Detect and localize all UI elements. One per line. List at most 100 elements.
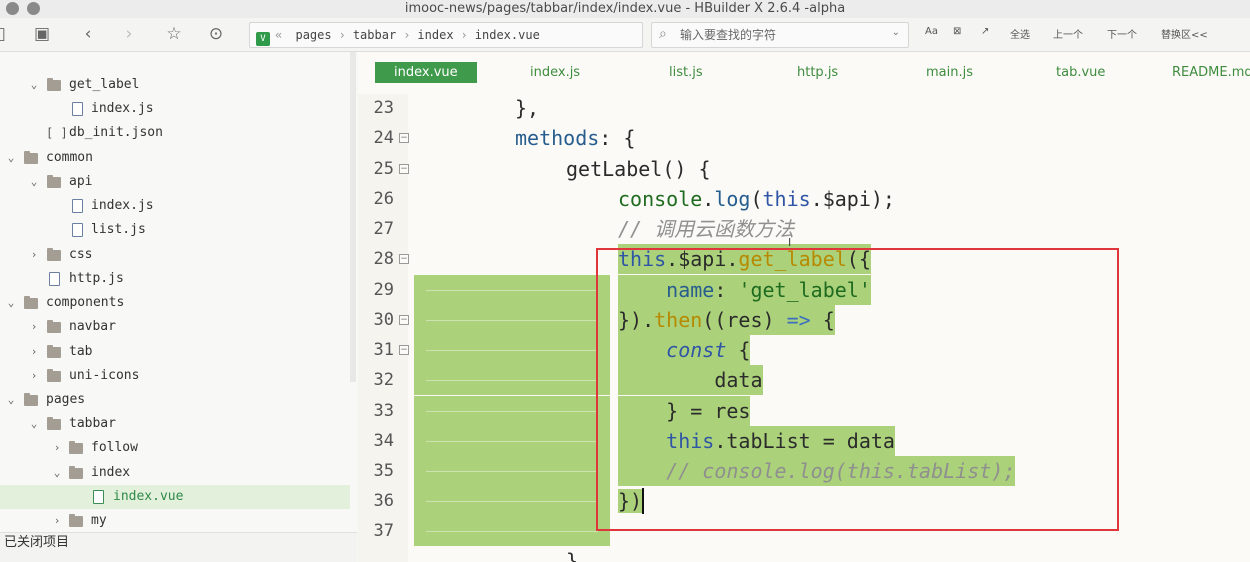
chevron-right-icon[interactable]: › xyxy=(28,315,40,339)
line-number: 27 xyxy=(373,219,394,239)
breadcrumb[interactable]: V « pages › tabbar › index › index.vue xyxy=(249,22,643,48)
fold-icon[interactable]: − xyxy=(399,254,409,264)
editor-tabs: index.vue index.js list.js http.js main.… xyxy=(358,52,1250,86)
search-box[interactable]: ⌕ ⌄ xyxy=(651,22,909,48)
tab-index-vue[interactable]: index.vue xyxy=(375,62,477,83)
code-line[interactable]: 28 − this.$api.get_label({ xyxy=(358,244,1250,274)
tree-item[interactable]: ⌄ tabbar xyxy=(0,412,350,436)
code-line[interactable]: 25 − getLabel() { xyxy=(358,154,1250,184)
chevron-down-icon[interactable]: ⌄ xyxy=(5,146,17,170)
tab-readme-md[interactable]: README.md xyxy=(1172,62,1250,83)
code-line[interactable]: 33 } = res xyxy=(358,396,1250,426)
tree-item[interactable]: › my xyxy=(0,509,350,532)
star-icon[interactable]: ☆ xyxy=(163,23,185,45)
json-file-icon: [ ] xyxy=(46,126,68,140)
tree-item[interactable]: › css xyxy=(0,243,350,267)
code-line[interactable]: 23 }, xyxy=(358,93,1250,123)
line-number: 33 xyxy=(373,401,394,421)
breadcrumb-separator-icon: › xyxy=(460,28,468,42)
code-line[interactable]: 26 console.log(this.$api); xyxy=(358,184,1250,214)
search-input[interactable] xyxy=(680,25,880,45)
tree-item[interactable]: ⌄ common xyxy=(0,146,350,170)
line-number: 24 xyxy=(373,128,394,148)
closed-projects-bar[interactable]: 已关闭项目 xyxy=(0,532,357,562)
breadcrumb-item[interactable]: tabbar xyxy=(353,28,396,42)
tab-tab-vue[interactable]: tab.vue xyxy=(1056,62,1105,83)
tab-http-js[interactable]: http.js xyxy=(797,62,838,83)
chevron-down-icon[interactable]: ⌄ xyxy=(28,170,40,194)
chevron-down-icon[interactable]: ⌄ xyxy=(892,27,900,38)
tree-item[interactable]: › follow xyxy=(0,436,350,460)
replace-toggle-button[interactable]: 替换区<< xyxy=(1161,26,1208,41)
sidebar-toggle-icon[interactable]: ▯ xyxy=(0,23,12,45)
next-match-button[interactable]: 下一个 xyxy=(1107,26,1137,41)
fold-icon[interactable]: − xyxy=(399,345,409,355)
tree-item[interactable]: index.js xyxy=(0,97,350,121)
chevron-right-icon[interactable]: › xyxy=(28,340,40,364)
code-line[interactable]: 24 − methods: { xyxy=(358,123,1250,153)
tree-item[interactable]: list.js xyxy=(0,218,350,242)
tree-item[interactable]: › tab xyxy=(0,340,350,364)
code-line[interactable]: 37 xyxy=(358,516,1250,546)
code-line[interactable]: 27 // 调用云函数方法 xyxy=(358,214,1250,244)
tree-item[interactable]: › uni-icons xyxy=(0,364,350,388)
back-arrow-icon[interactable]: ‹ xyxy=(77,23,99,45)
chevron-down-icon[interactable]: ⌄ xyxy=(5,388,17,412)
code-line[interactable]: } xyxy=(358,546,1250,562)
select-all-button[interactable]: 全选 xyxy=(1010,26,1030,41)
tree-item[interactable]: ⌄ api xyxy=(0,170,350,194)
tab-main-js[interactable]: main.js xyxy=(926,62,973,83)
code-line[interactable]: 32 data xyxy=(358,365,1250,395)
js-file-icon xyxy=(72,223,83,237)
line-number: 36 xyxy=(373,491,394,511)
previous-match-button[interactable]: 上一个 xyxy=(1053,26,1083,41)
code-line[interactable]: 36 }) xyxy=(358,486,1250,516)
fold-icon[interactable]: − xyxy=(399,164,409,174)
chevron-down-icon[interactable]: ⌄ xyxy=(28,73,40,97)
line-number: 31 xyxy=(373,340,394,360)
code-line[interactable]: 29 name: 'get_label' xyxy=(358,275,1250,305)
regex-button[interactable]: ↗ xyxy=(981,26,989,37)
whole-word-button[interactable]: ⊠ xyxy=(953,26,961,37)
search-icon: ⌕ xyxy=(659,26,667,42)
breadcrumb-item[interactable]: pages xyxy=(295,28,331,42)
code-line[interactable]: 31 − const { xyxy=(358,335,1250,365)
chevron-right-icon[interactable]: › xyxy=(51,509,63,532)
forward-arrow-icon[interactable]: › xyxy=(118,23,140,45)
run-icon[interactable]: ⊙ xyxy=(205,23,227,45)
tree-item[interactable]: [ ] db_init.json xyxy=(0,121,350,145)
folder-icon xyxy=(47,175,61,188)
tree-item[interactable]: › navbar xyxy=(0,315,350,339)
folder-icon xyxy=(47,320,61,333)
tree-item[interactable]: ⌄ components xyxy=(0,291,350,315)
match-case-button[interactable]: Aa xyxy=(925,26,938,37)
code-line[interactable]: 30 − }).then((res) => { xyxy=(358,305,1250,335)
tree-item[interactable]: index.js xyxy=(0,194,350,218)
code-editor[interactable]: index.vue index.js list.js http.js main.… xyxy=(358,52,1250,562)
sidebar-scrollbar[interactable] xyxy=(350,52,356,382)
chevron-down-icon[interactable]: ⌄ xyxy=(5,291,17,315)
code-line[interactable]: 34 this.tabList = data xyxy=(358,426,1250,456)
chevron-down-icon[interactable]: ⌄ xyxy=(51,461,63,485)
breadcrumb-separator-icon: › xyxy=(403,28,411,42)
code-line[interactable]: 35 // console.log(this.tabList); xyxy=(358,456,1250,486)
fold-icon[interactable]: − xyxy=(399,315,409,325)
tree-item[interactable]: ⌄ get_label xyxy=(0,73,350,97)
chevron-right-icon[interactable]: › xyxy=(28,243,40,267)
tree-item[interactable]: ⌄ index xyxy=(0,461,350,485)
chevron-right-icon[interactable]: › xyxy=(51,436,63,460)
breadcrumb-item[interactable]: index xyxy=(417,28,453,42)
fold-icon[interactable]: − xyxy=(399,133,409,143)
chevron-right-icon[interactable]: › xyxy=(28,364,40,388)
tree-item-selected[interactable]: index.vue xyxy=(0,485,350,509)
tree-item[interactable]: ⌄ pages xyxy=(0,388,350,412)
tab-index-js[interactable]: index.js xyxy=(530,62,580,83)
tree-item[interactable]: http.js xyxy=(0,267,350,291)
folder-icon xyxy=(47,78,61,91)
chevron-down-icon[interactable]: ⌄ xyxy=(28,412,40,436)
js-file-icon xyxy=(49,272,60,286)
breadcrumb-item[interactable]: index.vue xyxy=(475,28,540,42)
save-icon[interactable]: ▣ xyxy=(31,23,53,45)
tab-list-js[interactable]: list.js xyxy=(669,62,703,83)
toolbar: ▯ ▣ ‹ › ☆ ⊙ V « pages › tabbar › index › index.… xyxy=(0,18,1250,52)
